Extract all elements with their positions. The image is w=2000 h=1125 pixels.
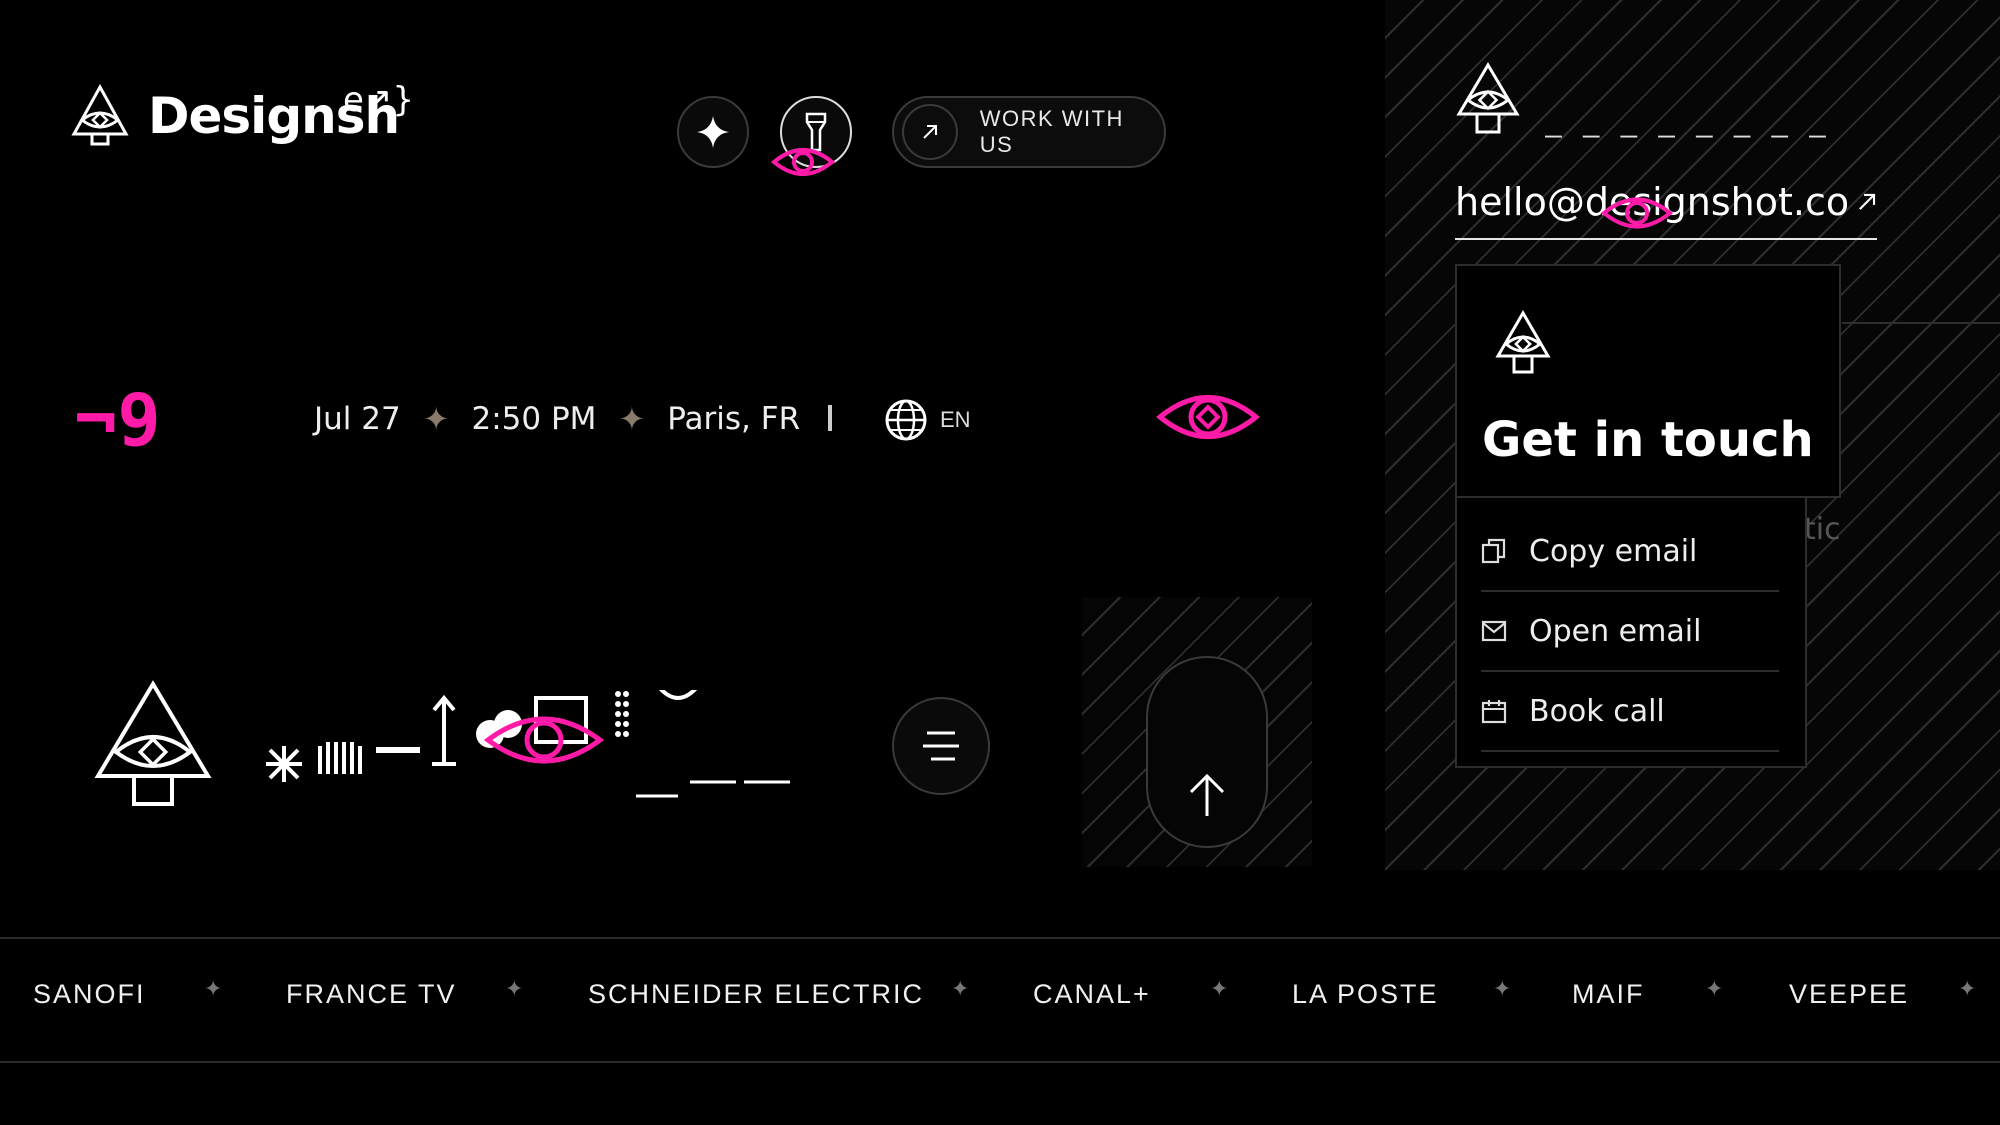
globe-icon bbox=[885, 399, 927, 441]
star-separator-icon: ✦ bbox=[1493, 977, 1512, 1002]
star-separator-icon: ✦ bbox=[505, 977, 524, 1002]
star-separator-icon: ✦ bbox=[1705, 977, 1724, 1002]
decorative-dashes: — — — — — — — — bbox=[1545, 118, 1828, 151]
pink-eye-icon bbox=[1156, 395, 1260, 439]
partial-text: tic bbox=[1804, 512, 1841, 547]
eye-pyramid-icon bbox=[71, 84, 129, 146]
menu-lines-icon bbox=[923, 731, 959, 761]
menu-button[interactable] bbox=[892, 697, 990, 795]
glyph-strip bbox=[266, 690, 790, 798]
card-logo-icon bbox=[1495, 310, 1551, 374]
time-text: 2:50 PM bbox=[471, 401, 597, 437]
pink-glyph: ¬9 bbox=[74, 378, 161, 462]
book-call-item[interactable]: Book call bbox=[1481, 672, 1779, 752]
info-row: Jul 27 ✦ 2:50 PM ✦ Paris, FR bbox=[314, 400, 800, 438]
date-text: Jul 27 bbox=[314, 401, 401, 437]
star-separator-icon: ✦ bbox=[951, 977, 970, 1002]
open-email-label: Open email bbox=[1529, 613, 1702, 649]
arrow-up-icon bbox=[1189, 773, 1225, 816]
work-with-us-label: WORK WITH US bbox=[979, 106, 1124, 157]
scroll-to-top-button[interactable] bbox=[1146, 656, 1268, 848]
separator-star-icon: ✦ bbox=[422, 400, 450, 438]
copy-email-label: Copy email bbox=[1529, 533, 1698, 569]
arrow-circle bbox=[902, 104, 958, 160]
client-logo: VEEPEE bbox=[1789, 979, 1910, 1009]
client-logo: MAIF bbox=[1572, 979, 1645, 1009]
book-call-label: Book call bbox=[1529, 693, 1665, 729]
arrow-up-right-icon bbox=[1859, 193, 1876, 210]
location-text: Paris, FR bbox=[667, 401, 801, 437]
client-logo: CANAL+ bbox=[1033, 979, 1151, 1009]
divider bbox=[828, 405, 832, 431]
mail-icon bbox=[1481, 620, 1507, 642]
clients-ticker: SANOFI ✦ FRANCE TV ✦ SCHNEIDER ELECTRIC … bbox=[0, 937, 2000, 1063]
copy-email-item[interactable]: Copy email bbox=[1481, 512, 1779, 592]
brand-superscript: e↗} bbox=[343, 80, 415, 120]
work-with-us-button[interactable]: WORK WITH US bbox=[892, 96, 1166, 168]
client-logo: LA POSTE bbox=[1292, 979, 1439, 1009]
sparkle-icon bbox=[697, 116, 729, 148]
star-separator-icon: ✦ bbox=[204, 977, 223, 1002]
client-logo: SCHNEIDER ELECTRIC bbox=[588, 979, 925, 1009]
client-logo: FRANCE TV bbox=[286, 979, 457, 1009]
open-email-item[interactable]: Open email bbox=[1481, 592, 1779, 672]
client-logo: SANOFI bbox=[33, 979, 146, 1009]
panel-logo-icon bbox=[1456, 62, 1520, 134]
language-label: EN bbox=[940, 407, 971, 432]
star-separator-icon: ✦ bbox=[1210, 977, 1229, 1002]
calendar-icon bbox=[1481, 700, 1507, 724]
large-eye-pyramid-icon bbox=[94, 680, 212, 806]
pink-eye-cursor-icon bbox=[1600, 197, 1674, 229]
separator-star-icon: ✦ bbox=[618, 400, 646, 438]
language-selector[interactable]: EN bbox=[884, 398, 971, 442]
contact-actions-menu: Copy email Open email Book call bbox=[1455, 498, 1807, 768]
arrow-up-right-icon bbox=[923, 125, 937, 139]
sparkle-button[interactable] bbox=[677, 96, 749, 168]
get-in-touch-title: Get in touch bbox=[1482, 412, 1814, 468]
pink-eye-cursor-icon bbox=[770, 148, 836, 176]
panel-divider bbox=[1842, 322, 2000, 324]
copy-icon bbox=[1481, 538, 1506, 564]
star-separator-icon: ✦ bbox=[1958, 977, 1977, 1002]
